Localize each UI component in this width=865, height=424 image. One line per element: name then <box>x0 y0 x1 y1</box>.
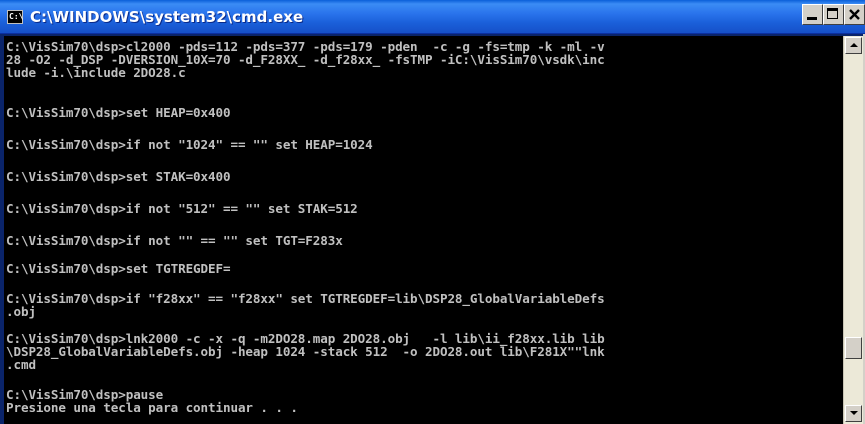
cmd-window: C:\ C:\WINDOWS\system32\cmd.exe C:\VisSi… <box>0 0 865 424</box>
cmd-console-icon[interactable]: C:\ <box>7 10 23 24</box>
scroll-down-arrow-icon <box>850 411 858 415</box>
console-line: C:\VisSim70\dsp>if not "" == "" set TGT=… <box>6 233 343 248</box>
cmd-console-icon-glyph: C:\ <box>9 12 24 21</box>
console-line: C:\VisSim70\dsp>set TGTREGDEF= <box>6 261 231 276</box>
console-line: C:\VisSim70\dsp>if not "1024" == "" set … <box>6 137 373 152</box>
scroll-up-arrow-icon <box>850 43 858 47</box>
console-line: C:\VisSim70\dsp>set STAK=0x400 <box>6 169 231 184</box>
close-button[interactable] <box>844 4 865 25</box>
console-line: C:\VisSim70\dsp>set HEAP=0x400 <box>6 105 231 120</box>
console-line: C:\VisSim70\dsp>if "f28xx" == "f28xx" se… <box>6 291 605 306</box>
scroll-down-button[interactable] <box>845 405 862 422</box>
console-line: .obj <box>6 304 36 319</box>
console-line: .cmd <box>6 357 36 372</box>
console-line: \DSP28_GlobalVariableDefs.obj -heap 1024… <box>6 344 605 359</box>
console-line: lude -i.\include 2DO28.c <box>6 65 186 80</box>
console-line: Presione una tecla para continuar . . . <box>6 400 298 415</box>
scroll-up-button[interactable] <box>845 37 862 54</box>
title-bar[interactable]: C:\ C:\WINDOWS\system32\cmd.exe <box>0 0 865 34</box>
close-icon <box>849 9 860 20</box>
minimize-button[interactable] <box>802 4 823 25</box>
vertical-scrollbar[interactable] <box>843 36 863 424</box>
scroll-thumb[interactable] <box>845 337 862 359</box>
minimize-icon <box>807 17 817 20</box>
window-title: C:\WINDOWS\system32\cmd.exe <box>30 8 304 26</box>
console-line: C:\VisSim70\dsp>if not "512" == "" set S… <box>6 201 358 216</box>
console-output[interactable]: C:\VisSim70\dsp>cl2000 -pds=112 -pds=377… <box>4 36 843 424</box>
maximize-icon <box>827 8 838 19</box>
maximize-button[interactable] <box>823 4 844 25</box>
